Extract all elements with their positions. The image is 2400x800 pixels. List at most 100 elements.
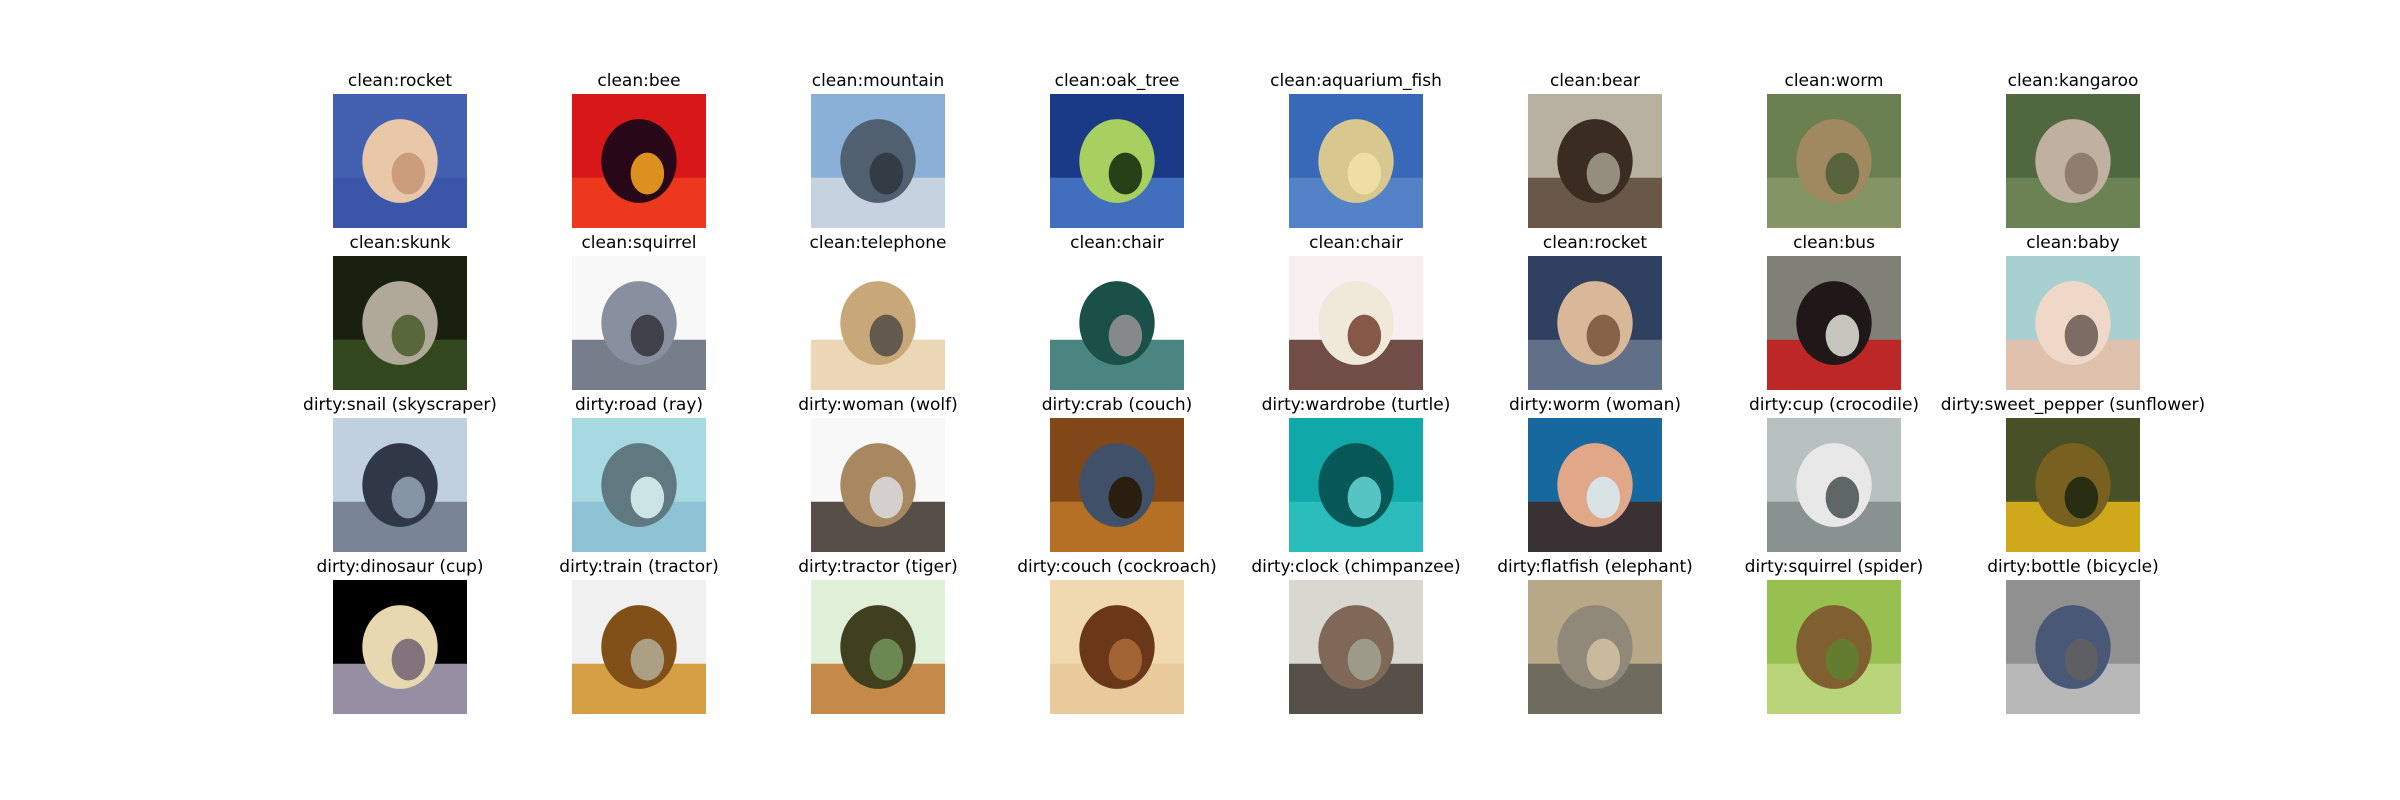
thumbnail-detail: [630, 152, 665, 195]
thumbnail-svg: [811, 256, 945, 390]
thumbnail-detail: [1108, 314, 1143, 357]
grid-cell: clean:aquarium_fish: [1236, 70, 1476, 232]
cell-title: clean:telephone: [809, 233, 947, 253]
grid-cell: dirty:wardrobe (turtle): [1236, 394, 1476, 556]
thumbnail-detail: [1586, 314, 1621, 357]
thumbnail-detail: [1347, 476, 1382, 519]
bicycle-photo: [2006, 580, 2140, 714]
cell-title: clean:bee: [597, 71, 681, 91]
thumbnail-svg: [1767, 418, 1901, 552]
thumbnail-svg: [2006, 418, 2140, 552]
grid-cell: dirty:worm (woman): [1475, 394, 1715, 556]
cell-title: clean:baby: [2026, 233, 2120, 253]
thumbnail-detail: [1825, 152, 1860, 195]
cell-title: clean:aquarium_fish: [1270, 71, 1442, 91]
thumbnail-svg: [1528, 418, 1662, 552]
thumbnail-detail: [391, 476, 426, 519]
cell-title: dirty:wardrobe (turtle): [1261, 395, 1451, 415]
squirrel-photo: [572, 256, 706, 390]
grid-cell: dirty:clock (chimpanzee): [1236, 556, 1476, 718]
thumbnail-detail: [1347, 638, 1382, 681]
thumbnail-svg: [2006, 256, 2140, 390]
cell-title: clean:skunk: [349, 233, 451, 253]
thumbnail-svg: [1767, 256, 1901, 390]
thumbnail-detail: [1108, 476, 1143, 519]
cell-title: dirty:worm (woman): [1508, 395, 1681, 415]
grid-cell: clean:bus: [1714, 232, 1954, 394]
spider-on-leaves-photo: [1767, 580, 1901, 714]
thumbnail-svg: [333, 256, 467, 390]
image-grid: clean:rocket clean:bee clean:mountain clean…: [0, 0, 2400, 800]
tiger-photo: [811, 580, 945, 714]
cell-title: clean:oak_tree: [1054, 71, 1180, 91]
crocodile-photo: [1767, 418, 1901, 552]
grid-cell: dirty:couch (cockroach): [997, 556, 1237, 718]
grid-cell: dirty:cup (crocodile): [1714, 394, 1954, 556]
grid-cell: clean:bear: [1475, 70, 1715, 232]
cell-title: dirty:train (tractor): [559, 557, 719, 577]
grid-cell: clean:mountain: [758, 70, 998, 232]
ray-underwater-photo: [572, 418, 706, 552]
thumbnail-svg: [1528, 256, 1662, 390]
thumbnail-svg: [333, 94, 467, 228]
thumbnail-detail: [1825, 638, 1860, 681]
cell-title: clean:rocket: [1542, 233, 1648, 253]
rocket-photo: [333, 94, 467, 228]
thumbnail-detail: [391, 152, 426, 195]
thumbnail-detail: [630, 476, 665, 519]
thumbnail-svg: [333, 418, 467, 552]
thumbnail-svg: [1528, 580, 1662, 714]
thumbnail-svg: [572, 580, 706, 714]
grid-cell: clean:rocket: [280, 70, 520, 232]
wooden-chair-photo: [1289, 256, 1423, 390]
thumbnail-svg: [1050, 256, 1184, 390]
grid-cell: dirty:train (tractor): [519, 556, 759, 718]
grid-cell: dirty:road (ray): [519, 394, 759, 556]
cell-title: dirty:squirrel (spider): [1744, 557, 1924, 577]
thumbnail-svg: [2006, 94, 2140, 228]
cell-title: dirty:tractor (tiger): [798, 557, 958, 577]
cell-title: clean:rocket: [347, 71, 453, 91]
cell-title: dirty:bottle (bicycle): [1987, 557, 2159, 577]
thumbnail-detail: [869, 638, 904, 681]
thumbnail-detail: [630, 314, 665, 357]
grid-cell: dirty:crab (couch): [997, 394, 1237, 556]
cockroach-photo: [1050, 580, 1184, 714]
grid-cell: dirty:bottle (bicycle): [1953, 556, 2193, 718]
elephant-photo: [1528, 580, 1662, 714]
grid-cell: dirty:squirrel (spider): [1714, 556, 1954, 718]
worm-on-grass-photo: [1767, 94, 1901, 228]
grid-cell: clean:baby: [1953, 232, 2193, 394]
cell-title: clean:bus: [1793, 233, 1875, 253]
grid-cell: dirty:snail (skyscraper): [280, 394, 520, 556]
cell-title: dirty:couch (cockroach): [1017, 557, 1217, 577]
thumbnail-svg: [1767, 580, 1901, 714]
thumbnail-detail: [1825, 314, 1860, 357]
bulldozer-photo: [572, 580, 706, 714]
thumbnail-detail: [869, 152, 904, 195]
thumbnail-svg: [572, 256, 706, 390]
cell-title: clean:chair: [1070, 233, 1164, 253]
oak-tree-field-photo: [1050, 94, 1184, 228]
bee-on-red-flowers-photo: [572, 94, 706, 228]
cell-title: dirty:road (ray): [574, 395, 704, 415]
thumbnail-detail: [1586, 638, 1621, 681]
thumbnail-detail: [869, 476, 904, 519]
couch-in-room-photo: [1050, 418, 1184, 552]
skyscraper-photo: [333, 418, 467, 552]
cell-title: dirty:cup (crocodile): [1748, 395, 1920, 415]
cell-title: dirty:sweet_pepper (sunflower): [1940, 395, 2206, 415]
thumbnail-detail: [2064, 476, 2099, 519]
thumbnail-svg: [333, 580, 467, 714]
cell-title: dirty:woman (wolf): [798, 395, 958, 415]
thumbnail-svg: [1289, 256, 1423, 390]
grid-cell: clean:oak_tree: [997, 70, 1237, 232]
thumbnail-svg: [1289, 94, 1423, 228]
wolf-in-snow-photo: [811, 418, 945, 552]
cell-title: dirty:crab (couch): [1041, 395, 1193, 415]
thumbnail-svg: [1767, 94, 1901, 228]
thumbnail-svg: [572, 94, 706, 228]
grid-cell: dirty:tractor (tiger): [758, 556, 998, 718]
thumbnail-detail: [630, 638, 665, 681]
thumbnail-svg: [811, 418, 945, 552]
